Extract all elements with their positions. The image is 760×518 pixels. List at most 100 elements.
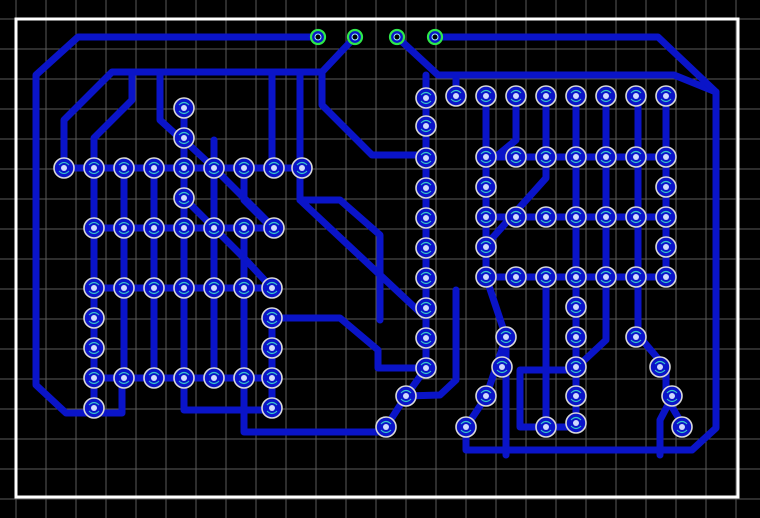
through-hole-pad-icon bbox=[113, 277, 135, 299]
through-hole-pad-icon bbox=[625, 326, 647, 348]
through-hole-pad-icon bbox=[475, 146, 497, 168]
through-hole-pad-icon bbox=[173, 97, 195, 119]
through-hole-pad-icon bbox=[475, 236, 497, 258]
through-hole-pad-icon bbox=[263, 157, 285, 179]
through-hole-pad-icon bbox=[83, 157, 105, 179]
header-pad-icon bbox=[346, 28, 364, 46]
through-hole-pad-icon bbox=[491, 356, 513, 378]
through-hole-pad-icon bbox=[415, 357, 437, 379]
through-hole-pad-icon bbox=[535, 266, 557, 288]
through-hole-pad-icon bbox=[505, 266, 527, 288]
through-hole-pad-icon bbox=[415, 147, 437, 169]
through-hole-pad-icon bbox=[415, 115, 437, 137]
through-hole-pad-icon bbox=[83, 307, 105, 329]
through-hole-pad-icon bbox=[291, 157, 313, 179]
through-hole-pad-icon bbox=[475, 266, 497, 288]
through-hole-pad-icon bbox=[203, 157, 225, 179]
through-hole-pad-icon bbox=[203, 277, 225, 299]
through-hole-pad-icon bbox=[535, 146, 557, 168]
through-hole-pad-icon bbox=[655, 236, 677, 258]
through-hole-pad-icon bbox=[415, 237, 437, 259]
through-hole-pad-icon bbox=[173, 277, 195, 299]
through-hole-pad-icon bbox=[625, 85, 647, 107]
through-hole-pad-icon bbox=[475, 206, 497, 228]
through-hole-pad-icon bbox=[261, 367, 283, 389]
through-hole-pad-icon bbox=[565, 206, 587, 228]
through-hole-pad-icon bbox=[475, 176, 497, 198]
through-hole-pad-icon bbox=[655, 206, 677, 228]
through-hole-pad-icon bbox=[261, 277, 283, 299]
through-hole-pad-icon bbox=[113, 157, 135, 179]
through-hole-pad-icon bbox=[395, 385, 417, 407]
through-hole-pad-icon bbox=[143, 157, 165, 179]
through-hole-pad-icon bbox=[565, 296, 587, 318]
through-hole-pad-icon bbox=[595, 206, 617, 228]
through-hole-pad-icon bbox=[233, 157, 255, 179]
through-hole-pad-icon bbox=[415, 297, 437, 319]
header-pad-icon bbox=[309, 28, 327, 46]
through-hole-pad-icon bbox=[595, 146, 617, 168]
through-hole-pad-icon bbox=[565, 146, 587, 168]
through-hole-pad-icon bbox=[655, 85, 677, 107]
through-hole-pad-icon bbox=[649, 356, 671, 378]
through-hole-pad-icon bbox=[173, 367, 195, 389]
through-hole-pad-icon bbox=[173, 217, 195, 239]
through-hole-pad-icon bbox=[671, 416, 693, 438]
through-hole-pad-icon bbox=[655, 266, 677, 288]
through-hole-pad-icon bbox=[495, 326, 517, 348]
through-hole-pad-icon bbox=[415, 177, 437, 199]
through-hole-pad-icon bbox=[535, 416, 557, 438]
through-hole-pad-icon bbox=[475, 385, 497, 407]
through-hole-pad-icon bbox=[173, 127, 195, 149]
through-hole-pad-icon bbox=[203, 217, 225, 239]
through-hole-pad-icon bbox=[625, 266, 647, 288]
through-hole-pad-icon bbox=[113, 367, 135, 389]
through-hole-pad-icon bbox=[625, 206, 647, 228]
through-hole-pad-icon bbox=[203, 367, 225, 389]
through-hole-pad-icon bbox=[83, 337, 105, 359]
through-hole-pad-icon bbox=[565, 412, 587, 434]
through-hole-pad-icon bbox=[83, 367, 105, 389]
through-hole-pad-icon bbox=[233, 367, 255, 389]
through-hole-pad-icon bbox=[53, 157, 75, 179]
through-hole-pad-icon bbox=[565, 85, 587, 107]
through-hole-pad-icon bbox=[375, 416, 397, 438]
through-hole-pad-icon bbox=[173, 187, 195, 209]
through-hole-pad-icon bbox=[415, 207, 437, 229]
through-hole-pad-icon bbox=[505, 85, 527, 107]
through-hole-pad-icon bbox=[83, 397, 105, 419]
through-hole-pad-icon bbox=[173, 157, 195, 179]
through-hole-pad-icon bbox=[455, 416, 477, 438]
through-hole-pad-icon bbox=[415, 327, 437, 349]
through-hole-pad-icon bbox=[233, 217, 255, 239]
through-hole-pad-icon bbox=[655, 146, 677, 168]
through-hole-pad-icon bbox=[143, 367, 165, 389]
through-hole-pad-icon bbox=[415, 267, 437, 289]
through-hole-pad-icon bbox=[655, 176, 677, 198]
header-pad-icon bbox=[426, 28, 444, 46]
through-hole-pad-icon bbox=[263, 217, 285, 239]
header-pad-icon bbox=[388, 28, 406, 46]
through-hole-pad-icon bbox=[595, 266, 617, 288]
through-hole-pad-icon bbox=[83, 217, 105, 239]
through-hole-pad-icon bbox=[475, 85, 497, 107]
through-hole-pad-icon bbox=[143, 217, 165, 239]
through-hole-pad-icon bbox=[565, 326, 587, 348]
through-hole-pad-icon bbox=[565, 385, 587, 407]
pcb-layout-canvas bbox=[0, 0, 760, 518]
through-hole-pad-icon bbox=[415, 87, 437, 109]
through-hole-pad-icon bbox=[113, 217, 135, 239]
through-hole-pad-icon bbox=[261, 397, 283, 419]
through-hole-pad-icon bbox=[565, 356, 587, 378]
through-hole-pad-icon bbox=[595, 85, 617, 107]
through-hole-pad-icon bbox=[535, 85, 557, 107]
through-hole-pad-icon bbox=[505, 146, 527, 168]
through-hole-pad-icon bbox=[233, 277, 255, 299]
through-hole-pad-icon bbox=[261, 337, 283, 359]
through-hole-pad-icon bbox=[445, 85, 467, 107]
through-hole-pad-icon bbox=[505, 206, 527, 228]
through-hole-pad-icon bbox=[83, 277, 105, 299]
through-hole-pad-icon bbox=[143, 277, 165, 299]
through-hole-pad-icon bbox=[661, 385, 683, 407]
through-hole-pad-icon bbox=[625, 146, 647, 168]
